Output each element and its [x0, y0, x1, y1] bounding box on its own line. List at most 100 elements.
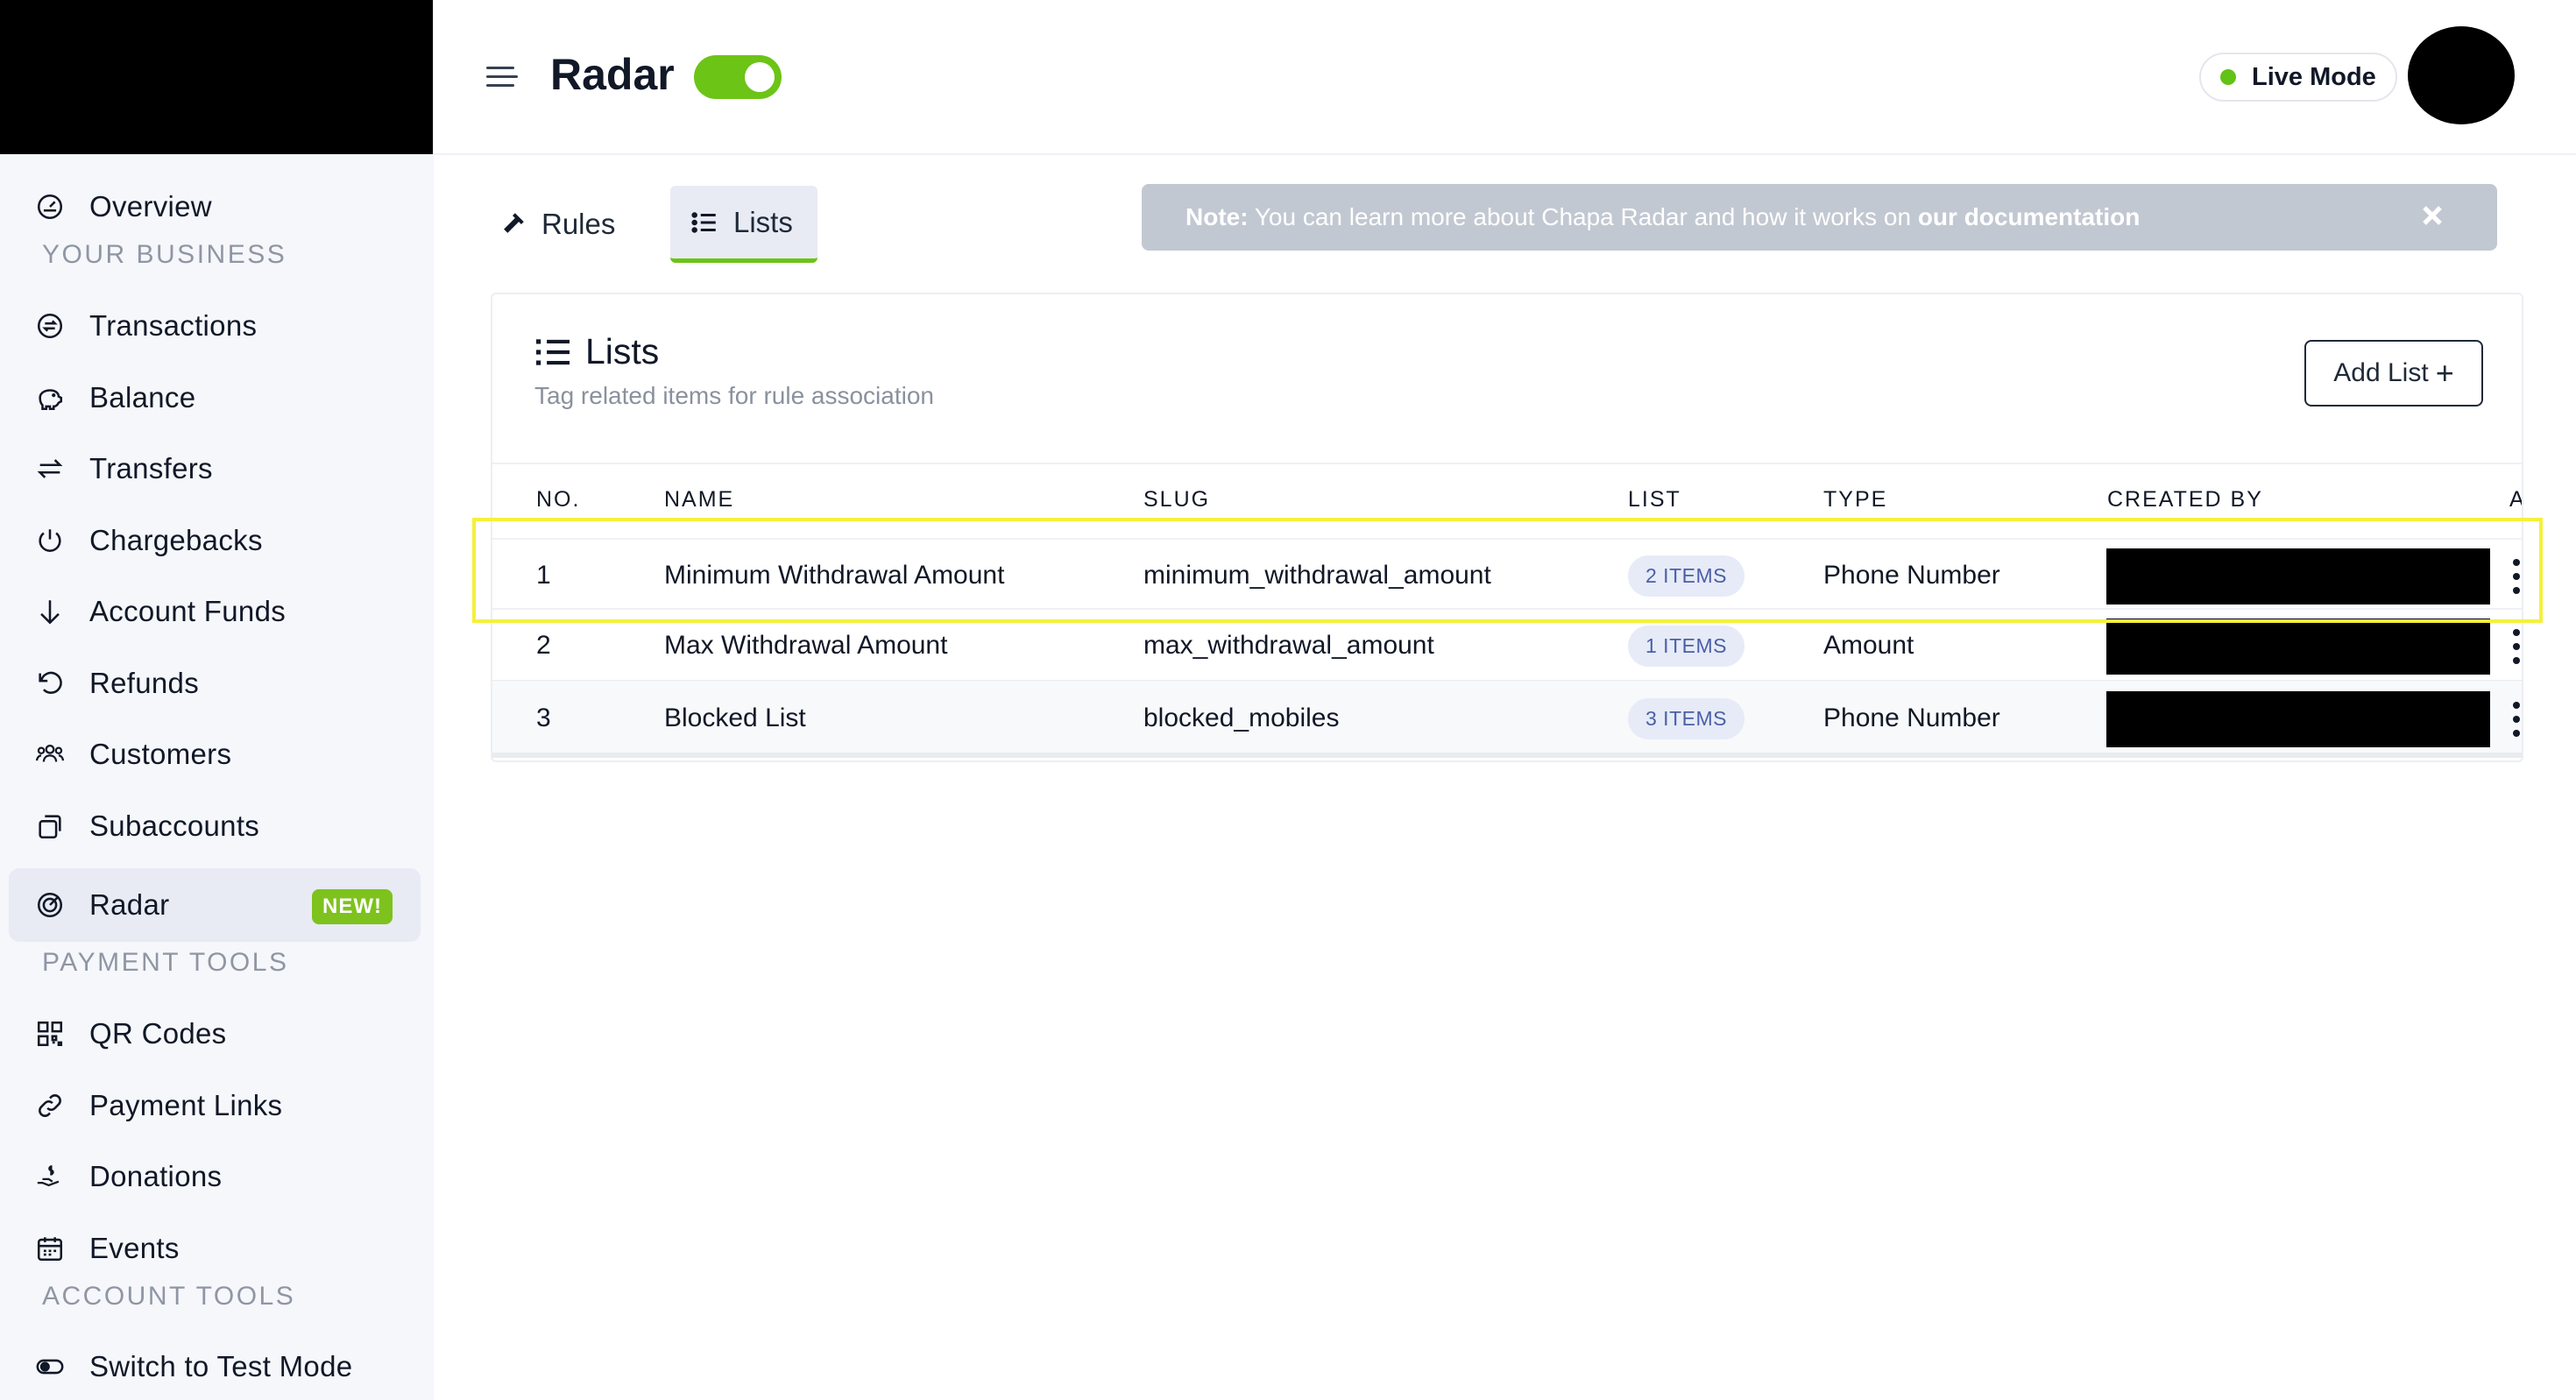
column-header-slug: SLUG [1143, 487, 1211, 512]
sidebar-item-label: Donations [89, 1160, 223, 1192]
sidebar-item-subaccounts[interactable]: Subaccounts [9, 789, 421, 863]
sidebar-item-label: Subaccounts [89, 810, 260, 842]
column-header-list: LIST [1628, 487, 1681, 512]
sidebar-item-label: Customers [89, 738, 232, 770]
sidebar-item-qr-codes[interactable]: QR Codes [9, 997, 421, 1071]
cell-no: 1 [536, 561, 551, 590]
card-title-text: Lists [585, 331, 660, 371]
cell-name: Max Withdrawal Amount [664, 631, 948, 660]
new-badge: NEW! [312, 889, 393, 924]
more-options-icon[interactable] [2509, 559, 2522, 594]
section-heading-payment-tools: PAYMENT TOOLS [42, 948, 289, 977]
users-icon [33, 738, 67, 771]
sidebar-item-switch-test-mode[interactable]: Switch to Test Mode [9, 1330, 421, 1400]
sidebar-item-transactions[interactable]: Transactions [9, 289, 421, 363]
table-row[interactable]: 2 Max Withdrawal Amount max_withdrawal_a… [492, 610, 2522, 682]
cell-name: Minimum Withdrawal Amount [664, 561, 1005, 590]
lists-card: Lists Tag related items for rule associa… [491, 293, 2523, 762]
hammer-icon [504, 213, 524, 233]
close-icon[interactable] [2417, 200, 2448, 231]
column-header-no: NO. [536, 487, 581, 512]
list-icon [691, 211, 716, 233]
dashboard-gauge-icon [33, 190, 67, 223]
sidebar-item-refunds[interactable]: Refunds [9, 647, 421, 720]
sidebar-item-label: Chargebacks [89, 524, 263, 556]
redacted-created-by [2106, 619, 2490, 675]
cell-slug: blocked_mobiles [1143, 704, 1340, 732]
piggy-bank-icon [33, 381, 67, 414]
sidebar-item-label: Refunds [89, 667, 200, 699]
plus-icon: + [2435, 355, 2454, 391]
sidebar-item-chargebacks[interactable]: Chargebacks [9, 504, 421, 577]
cell-type: Phone Number [1823, 561, 2000, 590]
documentation-link[interactable]: our documentation [1918, 203, 2141, 230]
sidebar-item-transfers[interactable]: Transfers [9, 432, 421, 506]
rotate-left-icon [33, 667, 67, 700]
sidebar-item-donations[interactable]: Donations [9, 1140, 421, 1213]
tab-rules[interactable]: Rules [498, 186, 615, 263]
cell-type: Amount [1823, 631, 1914, 660]
sidebar-item-payment-links[interactable]: Payment Links [9, 1069, 421, 1142]
sidebar-item-label: Payment Links [89, 1089, 283, 1121]
sidebar-item-label: Radar [89, 888, 170, 921]
arrows-left-right-icon [33, 452, 67, 485]
column-header-name: NAME [664, 487, 735, 512]
card-title: Lists [534, 331, 659, 372]
add-list-label: Add List [2333, 358, 2429, 387]
qr-code-icon [33, 1017, 67, 1050]
sidebar-item-label: Overview [89, 190, 212, 223]
live-mode-label: Live Mode [2252, 62, 2376, 91]
top-header: Radar Live Mode [434, 0, 2576, 155]
add-list-button[interactable]: Add List + [2304, 340, 2483, 407]
cell-slug: minimum_withdrawal_amount [1143, 561, 1491, 590]
divider [492, 463, 2522, 464]
sidebar-item-account-funds[interactable]: Account Funds [9, 575, 421, 648]
link-icon [33, 1089, 67, 1122]
radar-toggle[interactable] [694, 55, 782, 99]
sidebar-item-customers[interactable]: Customers [9, 718, 421, 791]
tab-label: Rules [541, 208, 616, 240]
page-title: Radar [550, 50, 675, 99]
note-text: You can learn more about Chapa Radar and… [1248, 203, 1918, 230]
sidebar-item-label: Transfers [89, 452, 213, 484]
radar-icon [33, 888, 67, 922]
calendar-icon [33, 1232, 67, 1265]
redacted-created-by [2106, 548, 2490, 605]
table-row[interactable]: 1 Minimum Withdrawal Amount minimum_with… [492, 538, 2522, 610]
status-dot-icon [2220, 69, 2236, 85]
sidebar-item-radar[interactable]: Radar NEW! [9, 868, 421, 942]
toggle-icon [33, 1350, 67, 1383]
transactions-icon [33, 309, 67, 343]
sidebar-item-events[interactable]: Events [9, 1212, 421, 1285]
column-header-type: TYPE [1823, 487, 1888, 512]
table-row[interactable]: 3 Blocked List blocked_mobiles 3 ITEMS P… [492, 682, 2522, 758]
live-mode-button[interactable]: Live Mode [2199, 53, 2397, 102]
arrow-down-icon [33, 595, 67, 628]
column-header-created-by: CREATED BY [2107, 487, 2263, 512]
cell-name: Blocked List [664, 704, 806, 732]
sidebar-item-label: Switch to Test Mode [89, 1350, 353, 1382]
more-options-icon[interactable] [2509, 702, 2522, 737]
note-banner: Note: You can learn more about Chapa Rad… [1142, 184, 2497, 251]
tab-lists[interactable]: Lists [670, 186, 817, 263]
sidebar-item-label: Balance [89, 381, 196, 414]
sidebar-item-balance[interactable]: Balance [9, 361, 421, 435]
sidebar-item-overview[interactable]: Overview [9, 170, 421, 244]
menu-icon[interactable] [486, 67, 518, 88]
sidebar: Overview YOUR BUSINESS Transactions Bala… [0, 0, 434, 1400]
sidebar-item-label: Transactions [89, 309, 258, 342]
donation-hand-icon [33, 1160, 67, 1193]
list-count-badge[interactable]: 1 ITEMS [1628, 625, 1744, 667]
sidebar-item-label: QR Codes [89, 1017, 227, 1050]
cell-slug: max_withdrawal_amount [1143, 631, 1434, 660]
brand-logo-area [0, 0, 433, 154]
cell-no: 2 [536, 631, 551, 660]
list-count-badge[interactable]: 3 ITEMS [1628, 697, 1744, 739]
note-prefix: Note: [1185, 203, 1249, 230]
section-heading-account-tools: ACCOUNT TOOLS [42, 1282, 296, 1311]
power-icon [33, 524, 67, 557]
list-count-badge[interactable]: 2 ITEMS [1628, 555, 1744, 597]
column-header-actions: A [2509, 487, 2522, 513]
avatar[interactable] [2408, 26, 2515, 124]
more-options-icon[interactable] [2509, 629, 2522, 664]
